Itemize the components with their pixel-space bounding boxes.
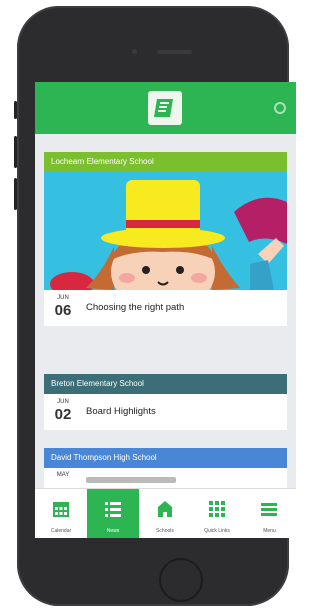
tab-calendar[interactable]: Calendar <box>35 489 87 538</box>
front-camera <box>132 49 137 54</box>
status-ring-icon[interactable] <box>274 102 286 114</box>
tab-label: News <box>106 528 120 534</box>
news-card[interactable]: Breton Elementary School JUN 02 Board Hi… <box>44 374 287 430</box>
menu-icon <box>261 503 277 516</box>
tab-news[interactable]: News <box>87 489 139 538</box>
bottom-tab-bar: Calendar News Schools Quick Links Menu <box>35 488 296 538</box>
news-hero-image <box>44 172 287 290</box>
news-date-day: 06 <box>54 302 72 319</box>
tab-label: Calendar <box>50 528 72 534</box>
news-title: Choosing the right path <box>86 302 185 313</box>
list-icon <box>105 502 121 517</box>
school-icon <box>158 501 172 517</box>
tab-label: Menu <box>263 528 276 534</box>
volume-up-button <box>14 136 17 168</box>
news-date: MAY <box>53 472 73 479</box>
news-title: Board Highlights <box>86 406 156 417</box>
home-button[interactable] <box>159 558 203 602</box>
card-school-header: David Thompson High School <box>44 448 287 468</box>
news-date-month: MAY <box>56 472 70 478</box>
app-screen: Lochearn Elementary School JUN 06 Choosi… <box>35 82 296 538</box>
calendar-icon <box>53 502 69 517</box>
news-title-truncated <box>86 477 176 483</box>
app-logo <box>148 91 182 125</box>
news-date-month: JUN <box>57 399 69 405</box>
news-date-month: JUN <box>57 295 69 301</box>
card-school-header: Breton Elementary School <box>44 374 287 394</box>
news-card[interactable]: David Thompson High School MAY <box>44 448 287 488</box>
news-date-day: 02 <box>54 406 72 423</box>
tab-menu[interactable]: Menu <box>243 489 296 538</box>
news-date: JUN 06 <box>53 295 73 320</box>
volume-down-button <box>14 178 17 210</box>
mute-switch <box>14 101 17 119</box>
tab-schools[interactable]: Schools <box>139 489 191 538</box>
tab-quick-links[interactable]: Quick Links <box>191 489 243 538</box>
grid-icon <box>209 501 225 517</box>
app-header <box>35 82 296 134</box>
news-card[interactable]: Lochearn Elementary School JUN 06 Choosi… <box>44 152 287 326</box>
tab-label: Quick Links <box>204 528 230 534</box>
news-item-row[interactable]: JUN 02 Board Highlights <box>44 394 287 430</box>
news-item-row[interactable]: JUN 06 Choosing the right path <box>44 290 287 326</box>
news-date: JUN 02 <box>53 399 73 424</box>
card-school-header: Lochearn Elementary School <box>44 152 287 172</box>
earpiece-speaker <box>157 50 192 54</box>
tab-label: Schools <box>156 528 174 534</box>
